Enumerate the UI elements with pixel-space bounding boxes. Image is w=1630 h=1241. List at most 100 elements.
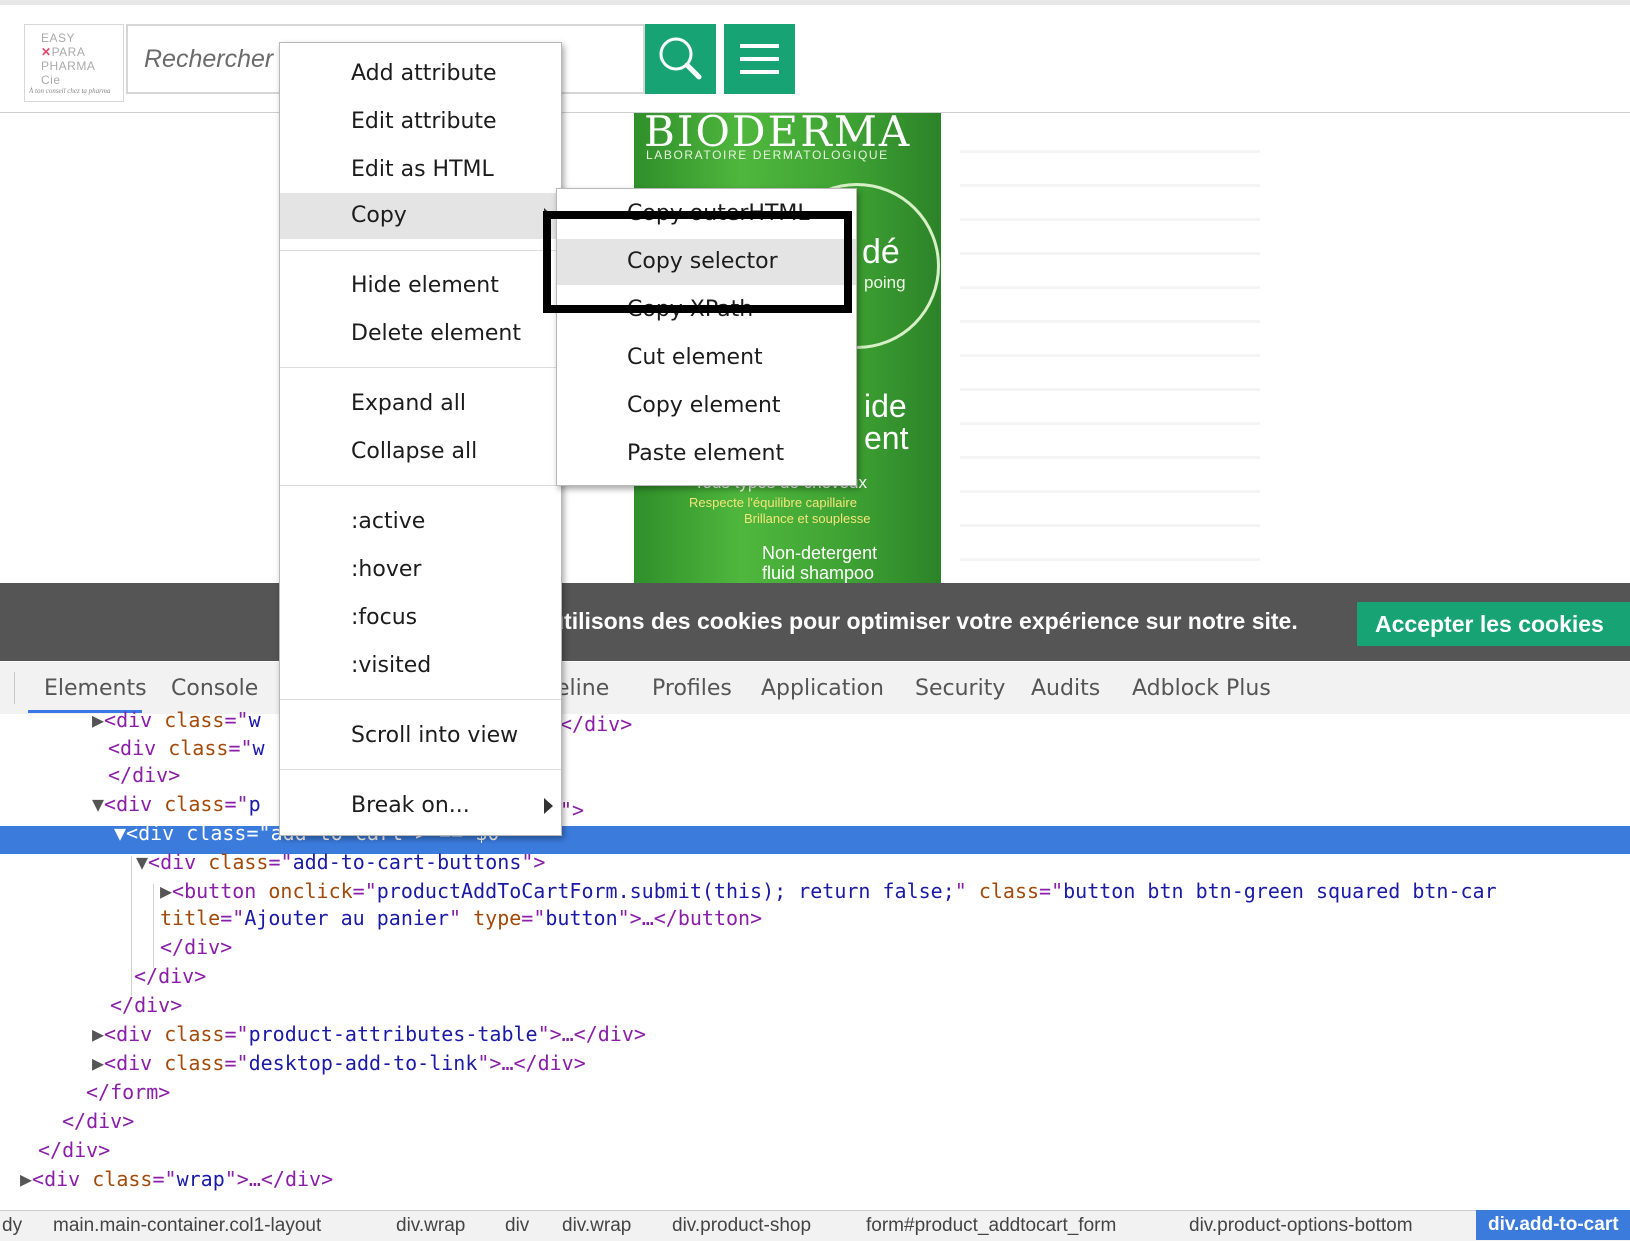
menu-item-hover[interactable]: :hover (280, 547, 561, 593)
menu-item-visited[interactable]: :visited (280, 643, 561, 689)
indent-guide (153, 884, 154, 968)
dom-token: button (545, 906, 618, 930)
expand-triangle-icon[interactable]: ▼ (92, 792, 104, 816)
menu-item-add-attribute[interactable]: Add attribute (280, 51, 561, 97)
dom-token: </div> (160, 935, 233, 959)
dom-token: product-attributes-table (248, 1022, 538, 1046)
breadcrumb-item[interactable]: div.wrap (562, 1215, 631, 1237)
dom-line[interactable]: </div> (38, 1137, 110, 1165)
dom-line[interactable]: </div> (110, 992, 182, 1020)
tab-timeline[interactable]: eline (556, 676, 609, 701)
menu-item-edit-as-html[interactable]: Edit as HTML (280, 147, 561, 193)
dom-line[interactable]: title="Ajouter au panier" type="button">… (160, 905, 762, 933)
breadcrumb-item[interactable]: div.product-shop (672, 1215, 811, 1237)
submenu-item-label: Cut element (627, 345, 763, 370)
dom-line[interactable]: ▼<div class="p (92, 791, 261, 819)
dom-tree-panel[interactable] (0, 714, 1630, 1210)
dom-tail-1: </div> (560, 712, 633, 736)
dom-line[interactable]: <div class="w (108, 735, 265, 763)
dom-token: =" (224, 792, 249, 816)
collapse-triangle-icon[interactable]: ▶ (92, 1022, 104, 1046)
menu-separator (280, 485, 561, 486)
breadcrumb-item[interactable]: dy (2, 1215, 22, 1237)
submenu-item-cut-element[interactable]: Cut element (557, 335, 856, 381)
collapse-triangle-icon[interactable]: ▶ (160, 879, 172, 903)
dom-line[interactable]: </div> (62, 1108, 134, 1136)
submenu-item-paste-element[interactable]: Paste element (557, 431, 856, 477)
accept-cookies-button[interactable]: Accepter les cookies (1357, 602, 1630, 646)
search-icon (659, 37, 702, 80)
dom-line[interactable]: ▼<div class="add-to-cart-buttons"> (136, 849, 545, 877)
menu-item-edit-attribute[interactable]: Edit attribute (280, 99, 561, 145)
menu-item-delete-element[interactable]: Delete element (280, 311, 561, 357)
dom-line[interactable]: ▶<div class="wrap">…</div> (20, 1166, 333, 1194)
hamburger-icon (740, 44, 779, 74)
dom-token: desktop-add-to-link (248, 1051, 478, 1075)
dom-line[interactable]: </form> (86, 1079, 170, 1107)
menu-item-expand-all[interactable]: Expand all (280, 381, 561, 427)
context-menu: Add attribute Edit attribute Edit as HTM… (279, 42, 562, 836)
product-line-4: Non-detergent (762, 543, 878, 563)
dom-line[interactable]: ▶<div class="desktop-add-to-link">…</div… (92, 1050, 586, 1078)
dom-token: =" (352, 879, 377, 903)
dom-line[interactable]: </div> (108, 762, 180, 790)
tab-audits[interactable]: Audits (1031, 676, 1100, 701)
tab-console[interactable]: Console (171, 676, 258, 701)
dom-token: class (978, 879, 1040, 903)
dom-token: </div> (108, 763, 181, 787)
menu-item-label: :focus (351, 605, 418, 630)
tab-profiles[interactable]: Profiles (652, 676, 732, 701)
cross-icon: ✕ (41, 45, 52, 59)
dom-token: ">…</div> (477, 1051, 586, 1075)
menu-item-scroll-into-view[interactable]: Scroll into view (280, 713, 561, 759)
submenu-item-label: Copy element (627, 393, 781, 418)
dom-token: =" (521, 906, 546, 930)
menu-item-copy[interactable]: Copy (280, 193, 561, 239)
site-logo[interactable]: EASY ✕PARA PHARMA Cie À ton conseil chez… (24, 24, 124, 102)
expand-triangle-icon[interactable]: ▼ (136, 850, 148, 874)
dom-line[interactable]: ▶<div class="product-attributes-table">…… (92, 1021, 646, 1049)
collapse-triangle-icon[interactable]: ▶ (20, 1167, 32, 1191)
expand-triangle-icon[interactable]: ▼ (114, 821, 126, 845)
product-name-a: dé (862, 233, 900, 271)
annotation-highlight-box (543, 211, 852, 313)
dom-line[interactable]: ▶<button onclick="productAddToCartForm.s… (160, 878, 1497, 906)
menu-item-hide-element[interactable]: Hide element (280, 263, 561, 309)
menu-item-break-on[interactable]: Break on... (280, 783, 561, 829)
collapse-triangle-icon[interactable]: ▶ (92, 1051, 104, 1075)
dom-token: class (164, 708, 225, 732)
dom-token: =" (152, 1167, 177, 1191)
dom-token: "> (521, 850, 546, 874)
product-brand-sub: LABORATOIRE DERMATOLOGIQUE (646, 148, 889, 162)
tab-elements[interactable]: Elements (44, 676, 147, 701)
dom-token: ">…</button> (617, 906, 763, 930)
breadcrumb-item[interactable]: div (505, 1215, 529, 1237)
dom-token: class (164, 1022, 225, 1046)
menu-item-focus[interactable]: :focus (280, 595, 561, 641)
submenu-item-copy-element[interactable]: Copy element (557, 383, 856, 429)
tab-security[interactable]: Security (915, 676, 1005, 701)
dom-token: =" (224, 1022, 249, 1046)
breadcrumb-item[interactable]: div.wrap (396, 1215, 465, 1237)
search-button[interactable] (645, 24, 716, 94)
tab-adblock-plus[interactable]: Adblock Plus (1132, 676, 1271, 701)
breadcrumb-item[interactable]: form#product_addtocart_form (866, 1215, 1116, 1237)
tab-application[interactable]: Application (761, 676, 884, 701)
breadcrumb-item[interactable]: main.main-container.col1-layout (53, 1215, 321, 1237)
breadcrumb-active[interactable]: div.add-to-cart (1476, 1210, 1630, 1240)
dom-token: </div> (110, 993, 183, 1017)
menu-item-active[interactable]: :active (280, 499, 561, 545)
dom-line[interactable]: </div> (134, 963, 206, 991)
dom-token: <div (148, 850, 209, 874)
dom-line[interactable]: </div> (160, 934, 232, 962)
menu-button[interactable] (724, 24, 795, 94)
collapse-triangle-icon[interactable]: ▶ (92, 708, 104, 732)
menu-item-label: Break on... (351, 793, 470, 818)
dom-token: onclick (268, 879, 353, 903)
dom-token: w (248, 708, 261, 732)
menu-item-collapse-all[interactable]: Collapse all (280, 429, 561, 475)
dom-line[interactable]: ▶<div class="w (92, 707, 261, 735)
menu-item-label: Hide element (351, 273, 499, 298)
breadcrumb-item[interactable]: div.product-options-bottom (1189, 1215, 1413, 1237)
indent-guide (131, 856, 132, 996)
